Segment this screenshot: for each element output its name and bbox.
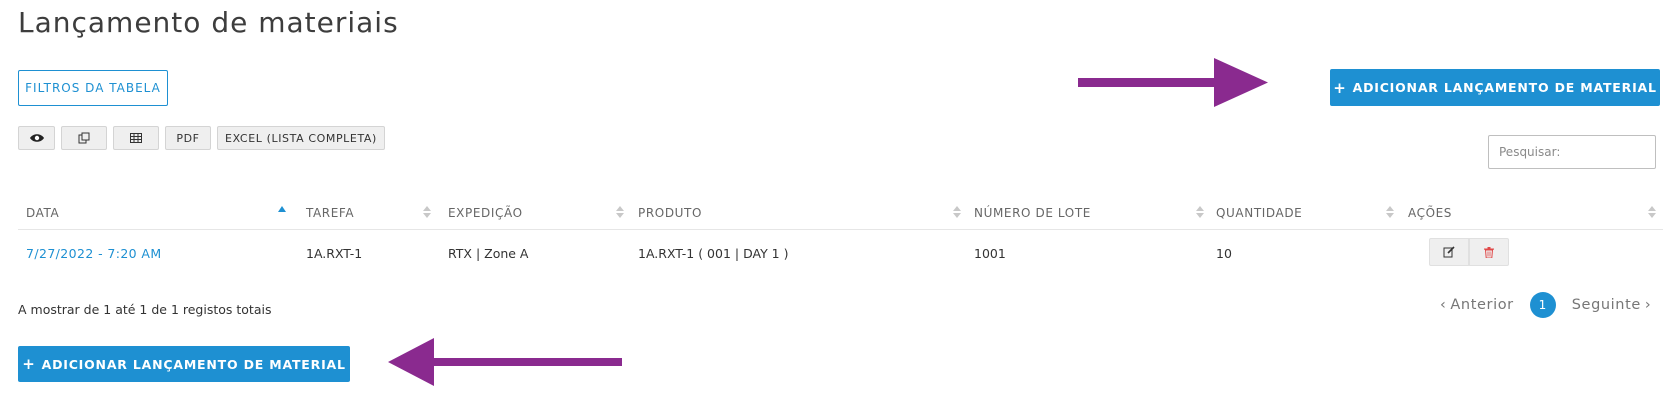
pagination: ‹ Anterior 1 Seguinte ›	[1440, 292, 1651, 318]
export-toolbar: PDF EXCEL (LISTA COMPLETA)	[18, 126, 385, 150]
search-input[interactable]	[1488, 135, 1656, 169]
sort-both-icon[interactable]	[616, 205, 624, 219]
column-header-data[interactable]: DATA	[26, 206, 59, 220]
cell-produto: 1A.RXT-1 ( 001 | DAY 1 )	[638, 246, 789, 261]
date-link[interactable]: 7/27/2022 - 7:20 AM	[26, 246, 162, 261]
add-button-label: ADICIONAR LANÇAMENTO DE MATERIAL	[41, 356, 346, 372]
table-header: DATA TAREFA EXPEDIÇÃO PRODUTO NÚMERO DE …	[18, 200, 1663, 230]
add-button-label: ADICIONAR LANÇAMENTO DE MATERIAL	[1352, 80, 1657, 95]
arrow-right-annotation	[1078, 58, 1268, 107]
sort-both-icon[interactable]	[1648, 205, 1656, 219]
sort-both-icon[interactable]	[423, 205, 431, 219]
csv-button[interactable]	[113, 126, 159, 150]
next-page-link[interactable]: Seguinte ›	[1572, 297, 1652, 313]
copy-icon	[78, 132, 90, 144]
current-page[interactable]: 1	[1529, 292, 1556, 318]
cell-quantidade: 10	[1216, 246, 1232, 261]
plus-icon: +	[1333, 78, 1347, 97]
next-label: Seguinte	[1571, 297, 1641, 313]
cell-tarefa: 1A.RXT-1	[306, 246, 363, 261]
cell-expedicao: RTX | Zone A	[448, 246, 529, 261]
arrow-left-annotation	[388, 338, 622, 386]
table-info: A mostrar de 1 até 1 de 1 registos totai…	[18, 302, 272, 317]
cell-numero-de-lote: 1001	[974, 246, 1006, 261]
add-material-entry-button-bottom[interactable]: + ADICIONAR LANÇAMENTO DE MATERIAL	[18, 346, 350, 382]
chevron-right-icon: ›	[1644, 297, 1652, 313]
page-title: Lançamento de materiais	[18, 6, 399, 39]
column-header-numero-de-lote[interactable]: NÚMERO DE LOTE	[974, 206, 1091, 220]
previous-page-link[interactable]: ‹ Anterior	[1440, 297, 1514, 313]
add-material-entry-button-top[interactable]: + ADICIONAR LANÇAMENTO DE MATERIAL	[1330, 69, 1660, 106]
sort-both-icon[interactable]	[1386, 205, 1394, 219]
column-header-tarefa[interactable]: TAREFA	[306, 206, 354, 220]
column-header-acoes[interactable]: AÇÕES	[1408, 206, 1452, 220]
chevron-left-icon: ‹	[1440, 297, 1447, 313]
table-row: 7/27/2022 - 7:20 AM 1A.RXT-1 RTX | Zone …	[18, 236, 1663, 272]
edit-icon	[1443, 246, 1455, 258]
sort-both-icon[interactable]	[1196, 205, 1204, 219]
pdf-button[interactable]: PDF	[165, 126, 211, 150]
column-header-expedicao[interactable]: EXPEDIÇÃO	[448, 206, 523, 220]
column-header-produto[interactable]: PRODUTO	[638, 206, 702, 220]
excel-full-list-button[interactable]: EXCEL (LISTA COMPLETA)	[217, 126, 385, 150]
trash-icon	[1484, 246, 1494, 258]
copy-button[interactable]	[61, 126, 107, 150]
delete-button[interactable]	[1469, 238, 1509, 266]
table-filters-button[interactable]: FILTROS DA TABELA	[18, 70, 168, 106]
sort-ascending-icon[interactable]	[278, 205, 286, 219]
edit-button[interactable]	[1429, 238, 1469, 266]
eye-icon	[29, 134, 44, 142]
column-header-quantidade[interactable]: QUANTIDADE	[1216, 206, 1302, 220]
column-visibility-button[interactable]	[18, 126, 55, 150]
table-icon	[130, 133, 142, 143]
sort-both-icon[interactable]	[953, 205, 961, 219]
previous-label: Anterior	[1450, 297, 1514, 313]
plus-icon: +	[22, 355, 36, 373]
